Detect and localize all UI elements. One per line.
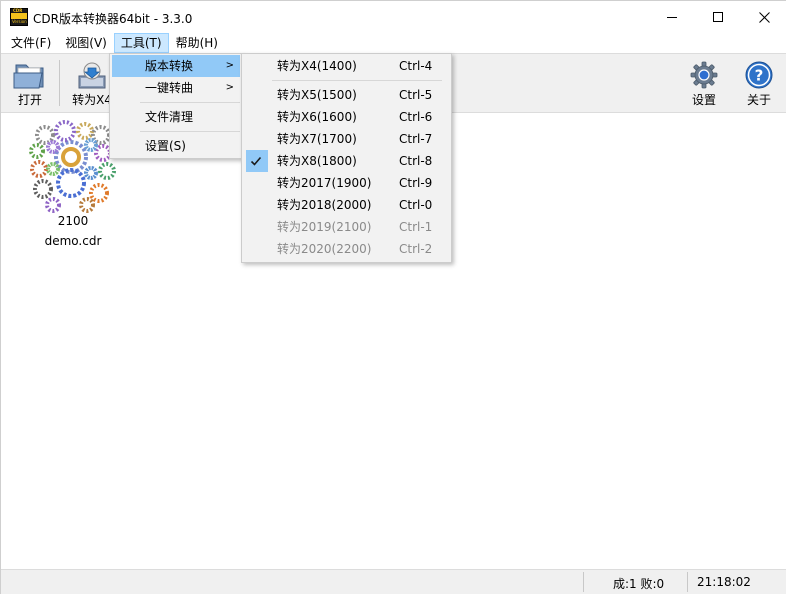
menu-item-shortcut: Ctrl-0 <box>399 198 433 212</box>
menu-item-shortcut: Ctrl-2 <box>399 242 433 256</box>
folder-open-icon <box>13 64 44 89</box>
menu-help[interactable]: 帮助(H) <box>169 33 225 53</box>
menu-item-convert-2019: 转为2019(2100) Ctrl-1 <box>244 216 449 238</box>
menu-bar: 文件(F) 视图(V) 工具(T) 帮助(H) <box>1 33 786 53</box>
menu-tools[interactable]: 工具(T) <box>113 33 169 53</box>
about-label: 关于 <box>746 93 771 107</box>
tools-menu: 版本转换 > 一键转曲 > 文件清理 设置(S) <box>109 53 243 159</box>
menu-file[interactable]: 文件(F) <box>4 33 58 53</box>
chevron-right-icon: > <box>225 60 234 71</box>
menu-separator <box>140 102 240 103</box>
menu-item-convert-x5[interactable]: 转为X5(1500) Ctrl-5 <box>244 84 449 106</box>
menu-item-label: 转为2017(1900) <box>277 176 372 190</box>
menu-item-convert-x8[interactable]: 转为X8(1800) Ctrl-8 <box>244 150 449 172</box>
help-icon: ? <box>745 61 773 89</box>
menu-item-file-cleanup[interactable]: 文件清理 <box>112 106 240 128</box>
app-logo-text-bottom: Version <box>12 19 27 24</box>
menu-item-label: 转为X4(1400) <box>277 59 357 73</box>
menu-item-convert-2018[interactable]: 转为2018(2000) Ctrl-0 <box>244 194 449 216</box>
menu-item-convert-2017[interactable]: 转为2017(1900) Ctrl-9 <box>244 172 449 194</box>
menu-item-label: 一键转曲 <box>145 81 194 95</box>
menu-separator <box>140 131 240 132</box>
version-convert-submenu: 转为X4(1400) Ctrl-4 转为X5(1500) Ctrl-5 转为X6… <box>241 53 452 263</box>
window-title: CDR版本转换器64bit - 3.3.0 <box>33 12 193 26</box>
menu-item-settings[interactable]: 设置(S) <box>112 135 240 157</box>
menu-item-label: 转为X5(1500) <box>277 88 357 102</box>
menu-item-label: 设置(S) <box>145 139 186 153</box>
menu-item-label: 转为X7(1700) <box>277 132 357 146</box>
menu-item-shortcut: Ctrl-8 <box>399 154 433 168</box>
menu-item-shortcut: Ctrl-1 <box>399 220 433 234</box>
menu-item-convert-2020: 转为2020(2200) Ctrl-2 <box>244 238 449 260</box>
convert-tray-icon <box>78 62 106 89</box>
title-bar[interactable]: CDR Version CDR版本转换器64bit - 3.3.0 <box>1 1 786 33</box>
toolbar-separator <box>59 60 60 106</box>
menu-item-label: 转为2019(2100) <box>277 220 372 234</box>
minimize-icon <box>667 16 677 18</box>
gear-icon <box>690 61 718 89</box>
menu-item-label: 转为2020(2200) <box>277 242 372 256</box>
menu-item-label: 文件清理 <box>145 110 194 124</box>
menu-item-shortcut: Ctrl-5 <box>399 88 433 102</box>
app-window: CDR Version CDR版本转换器64bit - 3.3.0 文件(F) … <box>0 0 786 594</box>
menu-separator <box>272 80 442 81</box>
svg-text:?: ? <box>755 67 764 85</box>
menu-item-convert-x6[interactable]: 转为X6(1600) Ctrl-6 <box>244 106 449 128</box>
maximize-icon <box>713 12 723 22</box>
gears-thumbnail-icon <box>29 120 116 213</box>
file-version: 2100 <box>57 214 89 228</box>
settings-label: 设置 <box>691 93 716 107</box>
status-separator <box>687 572 688 592</box>
menu-item-convert-x4[interactable]: 转为X4(1400) Ctrl-4 <box>244 55 449 77</box>
settings-button[interactable]: 设置 <box>683 56 725 112</box>
close-button[interactable] <box>741 1 786 33</box>
menu-item-convert-x7[interactable]: 转为X7(1700) Ctrl-7 <box>244 128 449 150</box>
file-name: demo.cdr <box>44 234 102 248</box>
app-logo-icon: CDR Version <box>10 8 28 26</box>
checkmark-icon <box>250 156 262 166</box>
about-button[interactable]: ? 关于 <box>737 56 781 112</box>
menu-item-shortcut: Ctrl-9 <box>399 176 433 190</box>
menu-item-version-convert[interactable]: 版本转换 > <box>112 55 240 77</box>
chevron-right-icon: > <box>225 82 234 93</box>
menu-item-shortcut: Ctrl-7 <box>399 132 433 146</box>
open-label: 打开 <box>17 93 42 107</box>
status-bar: 成:1 败:0 21:18:02 <box>1 569 786 594</box>
menu-item-label: 转为X6(1600) <box>277 110 357 124</box>
menu-item-label: 版本转换 <box>145 59 194 73</box>
menu-item-shortcut: Ctrl-4 <box>399 59 433 73</box>
menu-item-label: 转为X8(1800) <box>277 154 357 168</box>
menu-item-shortcut: Ctrl-6 <box>399 110 433 124</box>
minimize-button[interactable] <box>649 1 695 33</box>
status-separator <box>583 572 584 592</box>
close-icon <box>758 11 770 23</box>
menu-view[interactable]: 视图(V) <box>58 33 114 53</box>
maximize-button[interactable] <box>695 1 741 33</box>
status-count: 成:1 败:0 <box>613 577 665 591</box>
menu-item-one-click-curve[interactable]: 一键转曲 > <box>112 77 240 99</box>
menu-item-label: 转为2018(2000) <box>277 198 372 212</box>
open-button[interactable]: 打开 <box>7 56 53 112</box>
status-time: 21:18:02 <box>697 575 751 589</box>
